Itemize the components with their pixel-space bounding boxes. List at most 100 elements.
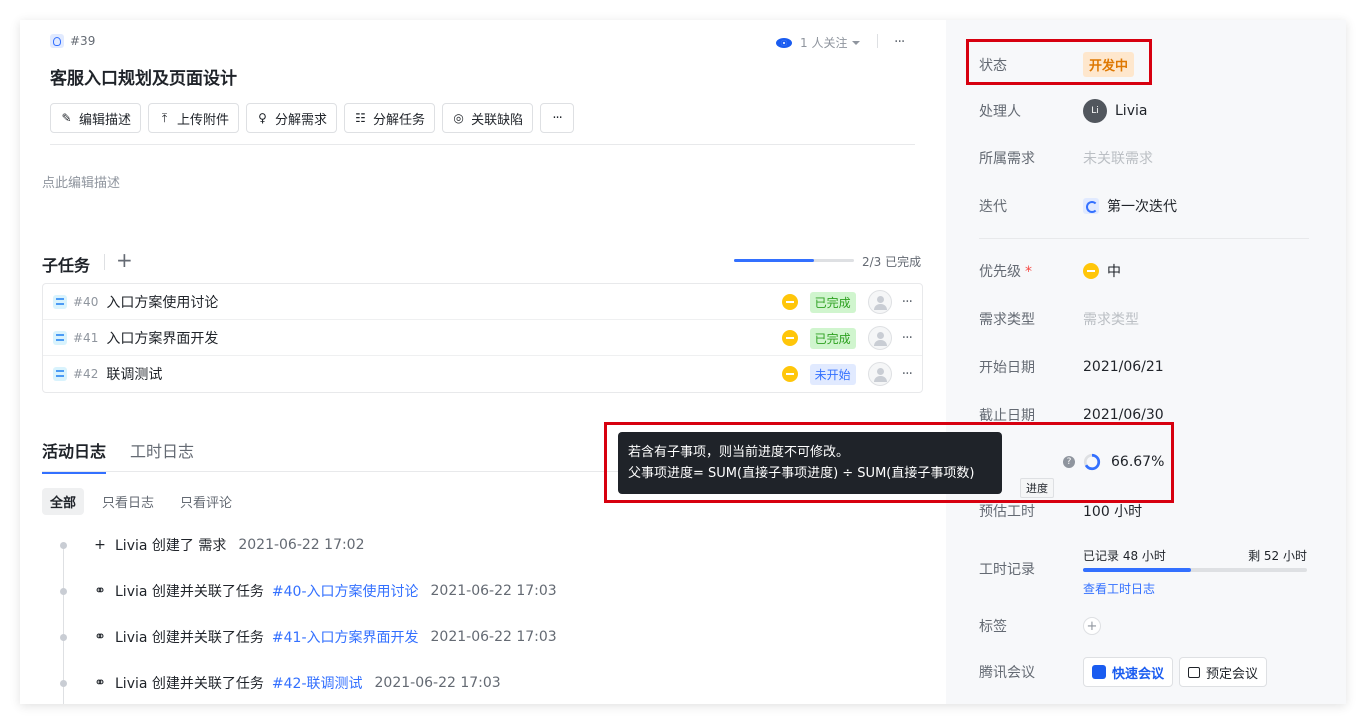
log-time: 2021-06-22 17:02 — [238, 537, 365, 553]
list-item[interactable]: #41 入口方案界面开发 已完成 ··· — [43, 320, 922, 356]
subtask-name[interactable]: 联调测试 — [106, 364, 162, 384]
meeting-buttons: 快速会议 预定会议 — [1083, 657, 1273, 687]
description-placeholder[interactable]: 点此编辑描述 — [42, 172, 120, 191]
log-link[interactable]: #40-入口方案使用讨论 — [272, 581, 419, 601]
add-subtask-button[interactable]: + — [116, 248, 133, 272]
parent-value[interactable]: 未关联需求 — [1083, 148, 1153, 168]
subtask-more-button[interactable]: ··· — [902, 294, 913, 310]
prop-label: 腾讯会议 — [979, 665, 1035, 681]
log-text: Livia 创建并关联了任务 — [115, 630, 264, 646]
avatar[interactable] — [867, 326, 892, 350]
prop-label: 需求类型 — [979, 312, 1035, 328]
task-icon — [53, 294, 67, 309]
priority-value[interactable]: 中 — [1083, 261, 1121, 281]
prop-label: 标签 — [979, 619, 1007, 635]
divider — [104, 254, 105, 270]
item-id-row: #39 — [50, 34, 95, 48]
add-tag-button[interactable]: + — [1083, 617, 1101, 635]
split-requirement-button[interactable]: ♀ 分解需求 — [246, 103, 338, 133]
chevron-down-icon — [852, 40, 861, 45]
priority-medium-icon — [1083, 263, 1099, 279]
priority-text: 中 — [1107, 264, 1121, 280]
split-task-button[interactable]: ☷ 分解任务 — [344, 103, 436, 133]
prop-meeting: 腾讯会议 快速会议 预定会议 — [979, 657, 1273, 687]
subtask-name[interactable]: 入口方案使用讨论 — [106, 292, 218, 312]
schedule-meeting-button[interactable]: 预定会议 — [1179, 657, 1268, 687]
status-badge[interactable]: 已完成 — [809, 291, 856, 313]
upload-icon: ⤒ — [161, 110, 168, 125]
subtask-id: #41 — [73, 330, 99, 345]
subtask-name[interactable]: 入口方案界面开发 — [106, 328, 218, 348]
log-time: 2021-06-22 17:03 — [430, 583, 557, 599]
button-label: 关联缺陷 — [471, 112, 524, 128]
list-item[interactable]: #42 联调测试 未开始 ··· — [43, 356, 922, 392]
prop-estimate: 预估工时 100 小时 — [979, 501, 1142, 521]
prop-parent: 所属需求 未关联需求 — [979, 148, 1153, 168]
upload-attachment-button[interactable]: ⤒ 上传附件 — [148, 103, 240, 133]
start-date-value[interactable]: 2021/06/21 — [1083, 359, 1164, 375]
tab-worktime-log[interactable]: 工时日志 — [130, 438, 194, 474]
subtask-more-button[interactable]: ··· — [902, 330, 913, 346]
avatar: Li — [1083, 99, 1107, 123]
priority-medium-icon[interactable] — [781, 366, 798, 382]
status-badge[interactable]: 未开始 — [809, 363, 856, 385]
log-link[interactable]: #42-联调测试 — [272, 673, 363, 693]
log-entry: + Livia 创建了 需求 2021-06-22 17:02 — [56, 535, 365, 555]
type-value[interactable]: 需求类型 — [1083, 309, 1139, 329]
end-date-value[interactable]: 2021/06/30 — [1083, 407, 1164, 423]
requirement-detail-card: #39 客服入口规划及页面设计 1 人关注 ··· ✎ 编辑描述 ⤒ 上传附件 … — [20, 20, 1346, 704]
worklog-recorded: 已记录 48 小时 — [1083, 549, 1166, 563]
page-title[interactable]: 客服入口规划及页面设计 — [50, 64, 237, 89]
tencent-meeting-icon — [1092, 665, 1106, 679]
priority-medium-icon[interactable] — [781, 330, 798, 346]
assignee-value[interactable]: Li Livia — [1083, 99, 1147, 123]
avatar[interactable] — [867, 290, 892, 314]
bulb-icon: ♀ — [258, 111, 267, 125]
list-item[interactable]: #40 入口方案使用讨论 已完成 ··· — [43, 284, 922, 320]
quick-meeting-button[interactable]: 快速会议 — [1083, 657, 1174, 687]
link-icon: ⚭ — [94, 675, 106, 691]
divider — [979, 238, 1309, 239]
schedule-meeting-label: 预定会议 — [1206, 666, 1259, 682]
filter-all[interactable]: 全部 — [42, 488, 85, 515]
subtask-meta: 已完成 ··· — [781, 284, 913, 320]
follow-label: 1 人关注 — [800, 36, 848, 50]
toolbar-more-button[interactable]: ··· — [540, 103, 575, 133]
log-text: Livia 创建了 需求 — [115, 538, 227, 554]
subtask-id: #40 — [73, 294, 99, 309]
estimate-value[interactable]: 100 小时 — [1083, 501, 1142, 521]
task-icon — [53, 330, 67, 345]
prop-assignee: 处理人 Li Livia — [979, 99, 1147, 123]
avatar[interactable] — [867, 362, 892, 386]
prop-label: 开始日期 — [979, 360, 1035, 376]
link-icon: ⚭ — [94, 583, 106, 599]
filter-comments-only[interactable]: 只看评论 — [172, 488, 240, 515]
more-options-button[interactable]: ··· — [894, 34, 905, 50]
button-label: 分解任务 — [373, 112, 426, 128]
follow-button[interactable]: 1 人关注 — [776, 34, 861, 51]
worklog-row: 已记录 48 小时 剩 52 小时 — [1083, 547, 1307, 564]
timeline-dot — [60, 679, 67, 687]
status-highlight-box — [966, 39, 1152, 85]
iteration-value[interactable]: 第一次迭代 — [1083, 196, 1177, 216]
link-bug-button[interactable]: ◎ 关联缺陷 — [442, 103, 534, 133]
filter-logs-only[interactable]: 只看日志 — [94, 488, 162, 515]
prop-priority: 优先级 * 中 — [979, 261, 1121, 281]
subtask-more-button[interactable]: ··· — [902, 366, 913, 382]
status-badge[interactable]: 已完成 — [809, 327, 856, 349]
prop-tags: 标签 + — [979, 616, 1101, 636]
log-entry: ⚭ Livia 创建并关联了任务 #41-入口方案界面开发 2021-06-22… — [56, 627, 557, 647]
priority-medium-icon[interactable] — [781, 294, 798, 310]
quick-meeting-label: 快速会议 — [1112, 666, 1165, 682]
divider — [877, 34, 878, 48]
item-id: #39 — [70, 34, 96, 48]
edit-description-button[interactable]: ✎ 编辑描述 — [50, 103, 142, 133]
log-link[interactable]: #41-入口方案界面开发 — [272, 627, 419, 647]
subtask-progress-bar — [734, 259, 854, 262]
view-worklog-link[interactable]: 查看工时日志 — [1083, 580, 1307, 597]
tab-activity-log[interactable]: 活动日志 — [42, 438, 107, 474]
eye-icon — [776, 37, 792, 48]
assignee-name: Livia — [1115, 103, 1148, 119]
subtask-progress-text: 2/3 已完成 — [862, 255, 922, 269]
subtask-id: #42 — [73, 367, 99, 381]
